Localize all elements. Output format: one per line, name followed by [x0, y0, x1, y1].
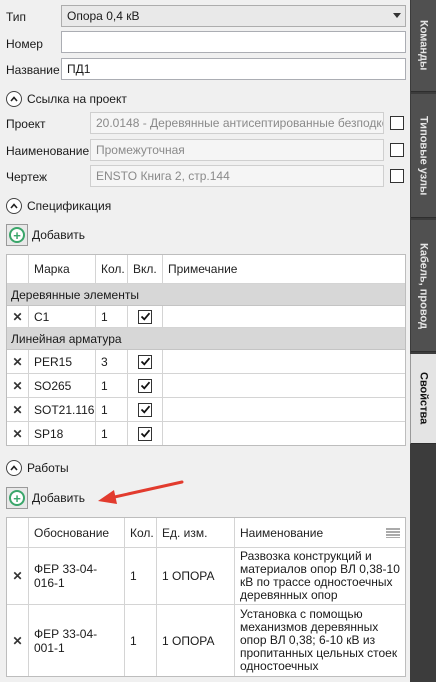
tab-commands[interactable]: Команды	[411, 0, 436, 92]
chevron-up-icon	[6, 460, 22, 476]
works-cell-unit[interactable]: 1 ОПОРА	[157, 548, 235, 605]
works-col-name[interactable]: Наименование	[235, 518, 405, 548]
spec-cell-note[interactable]	[163, 422, 405, 445]
chevron-up-icon	[6, 198, 22, 214]
spec-group-header: Линейная арматура	[7, 328, 405, 350]
red-arrow-annotation	[98, 480, 184, 504]
project-field[interactable]: 20.0148 - Деревянные антисептированные б…	[90, 112, 384, 134]
spec-cell-enabled[interactable]	[128, 374, 163, 398]
works-cell-name[interactable]: Развозка конструкций и материалов опор В…	[235, 548, 405, 605]
project-label: Проект	[6, 117, 46, 131]
checkbox-checked-icon[interactable]	[138, 402, 152, 417]
project-ref-title: Ссылка на проект	[27, 92, 127, 106]
spec-cell-note[interactable]	[163, 374, 405, 398]
spec-section-header[interactable]: Спецификация	[6, 198, 111, 214]
name-field[interactable]: ПД1	[61, 58, 406, 80]
works-cell-basis[interactable]: ФЕР 33-04-016-1	[29, 548, 125, 605]
spec-cell-qty[interactable]: 1	[96, 422, 128, 445]
spec-cell-enabled[interactable]	[128, 398, 163, 422]
spec-cell-enabled[interactable]	[128, 422, 163, 445]
works-add-button[interactable]: + Добавить	[6, 487, 85, 509]
works-header-blank	[7, 518, 29, 548]
spec-add-button[interactable]: + Добавить	[6, 224, 85, 246]
spec-header-blank	[7, 255, 29, 284]
add-circle-icon: +	[6, 487, 28, 509]
checkbox-checked-icon[interactable]	[138, 309, 152, 324]
spec-cell-note[interactable]	[163, 398, 405, 422]
spec-table: Марка Кол. Вкл. Примечание Деревянные эл…	[6, 254, 406, 446]
spec-group-header: Деревянные элементы	[7, 284, 405, 306]
spec-cell-enabled[interactable]	[128, 306, 163, 328]
column-menu-icon[interactable]	[386, 528, 400, 538]
works-cell-unit[interactable]: 1 ОПОРА	[157, 605, 235, 676]
type-label: Тип	[6, 10, 27, 24]
delete-row-icon[interactable]: ✕	[7, 422, 29, 445]
number-field[interactable]	[61, 31, 406, 53]
works-title: Работы	[27, 461, 69, 475]
delete-row-icon[interactable]: ✕	[7, 374, 29, 398]
spec-col-enabled[interactable]: Вкл.	[128, 255, 163, 284]
checkbox-checked-icon[interactable]	[138, 378, 152, 393]
spec-cell-enabled[interactable]	[128, 350, 163, 374]
tab-cable-wire[interactable]: Кабель, провод	[411, 220, 436, 352]
project-ref-section-header[interactable]: Ссылка на проект	[6, 91, 127, 107]
works-cell-name[interactable]: Установка с помощью механизмов деревянны…	[235, 605, 405, 676]
naming-checkbox[interactable]	[390, 143, 404, 157]
chevron-down-icon	[393, 13, 401, 18]
type-select[interactable]: Опора 0,4 кВ	[61, 5, 406, 27]
works-section-header[interactable]: Работы	[6, 460, 69, 476]
drawing-label: Чертеж	[6, 170, 48, 184]
drawing-checkbox[interactable]	[390, 169, 404, 183]
checkbox-checked-icon[interactable]	[138, 426, 152, 441]
side-tab-strip: Команды Типовые узлы Кабель, провод Свой…	[410, 0, 436, 682]
add-circle-icon: +	[6, 224, 28, 246]
delete-row-icon[interactable]: ✕	[7, 306, 29, 328]
naming-label: Наименование	[6, 144, 90, 158]
spec-cell-qty[interactable]: 3	[96, 350, 128, 374]
checkbox-checked-icon[interactable]	[138, 354, 152, 369]
name-label: Название	[6, 63, 60, 77]
delete-row-icon[interactable]: ✕	[7, 605, 29, 676]
tab-typical-nodes[interactable]: Типовые узлы	[411, 94, 436, 218]
spec-cell-qty[interactable]: 1	[96, 306, 128, 328]
spec-cell-mark[interactable]: С1	[29, 306, 96, 328]
works-add-label: Добавить	[32, 491, 86, 505]
works-col-basis[interactable]: Обоснование	[29, 518, 125, 548]
delete-row-icon[interactable]: ✕	[7, 350, 29, 374]
project-checkbox[interactable]	[390, 116, 404, 130]
spec-cell-mark[interactable]: SOT21.116	[29, 398, 96, 422]
type-select-value: Опора 0,4 кВ	[67, 9, 140, 23]
naming-field[interactable]: Промежуточная	[90, 139, 384, 161]
spec-col-mark[interactable]: Марка	[29, 255, 96, 284]
spec-cell-mark[interactable]: PER15	[29, 350, 96, 374]
drawing-field[interactable]: ENSTO Книга 2, стр.144	[90, 165, 384, 187]
properties-panel: Тип Опора 0,4 кВ Номер Название ПД1 Ссыл…	[0, 0, 410, 682]
works-col-unit[interactable]: Ед. изм.	[157, 518, 235, 548]
works-col-qty[interactable]: Кол.	[125, 518, 157, 548]
works-cell-basis[interactable]: ФЕР 33-04-001-1	[29, 605, 125, 676]
tab-properties[interactable]: Свойства	[410, 354, 436, 444]
spec-title: Спецификация	[27, 199, 112, 213]
spec-cell-qty[interactable]: 1	[96, 374, 128, 398]
spec-cell-mark[interactable]: SP18	[29, 422, 96, 445]
works-col-name-label: Наименование	[240, 525, 324, 540]
chevron-up-icon	[6, 91, 22, 107]
spec-add-label: Добавить	[32, 228, 86, 242]
spec-col-note[interactable]: Примечание	[163, 255, 405, 284]
works-table: Обоснование Кол. Ед. изм. Наименование ✕…	[6, 517, 406, 677]
delete-row-icon[interactable]: ✕	[7, 548, 29, 605]
spec-cell-note[interactable]	[163, 306, 405, 328]
spec-cell-note[interactable]	[163, 350, 405, 374]
delete-row-icon[interactable]: ✕	[7, 398, 29, 422]
number-label: Номер	[6, 37, 43, 51]
spec-col-qty[interactable]: Кол.	[96, 255, 128, 284]
spec-cell-qty[interactable]: 1	[96, 398, 128, 422]
spec-cell-mark[interactable]: SO265	[29, 374, 96, 398]
works-cell-qty[interactable]: 1	[125, 548, 157, 605]
works-cell-qty[interactable]: 1	[125, 605, 157, 676]
